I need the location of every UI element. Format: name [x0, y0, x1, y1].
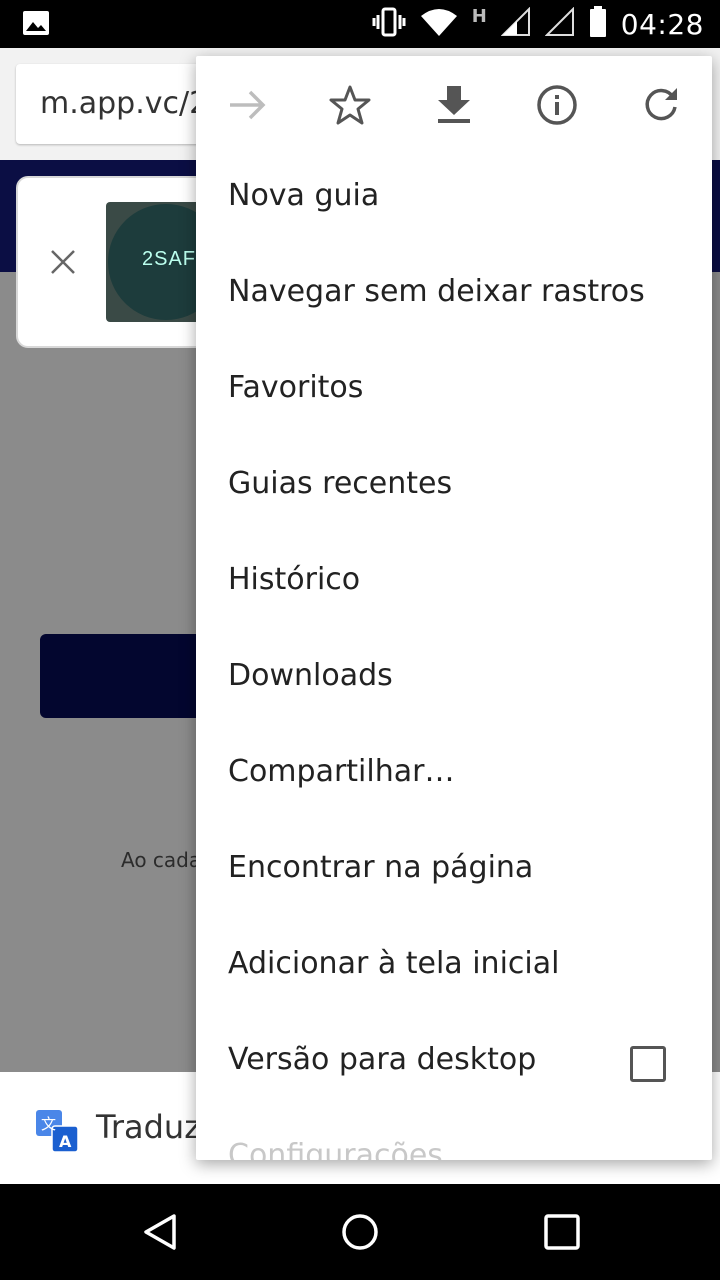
menu-item-label: Encontrar na página — [228, 850, 534, 885]
menu-item-label: Navegar sem deixar rastros — [228, 274, 645, 309]
menu-item-label: Adicionar à tela inicial — [228, 946, 560, 981]
home-icon[interactable] — [340, 1212, 380, 1252]
url-text: m.app.vc/2 — [40, 86, 209, 121]
refresh-icon[interactable] — [640, 84, 682, 126]
menu-item-incognito[interactable]: Navegar sem deixar rastros — [196, 248, 712, 344]
recents-icon[interactable] — [542, 1212, 582, 1252]
navigation-bar — [0, 1184, 720, 1280]
image-notification-icon — [22, 10, 50, 40]
menu-item-add-to-home[interactable]: Adicionar à tela inicial — [196, 920, 712, 1016]
close-icon[interactable] — [50, 244, 76, 284]
wifi-icon — [420, 7, 458, 41]
svg-text:文: 文 — [41, 1115, 56, 1133]
menu-item-settings[interactable]: Configurações — [196, 1112, 712, 1160]
menu-item-desktop-site[interactable]: Versão para desktop — [196, 1016, 712, 1112]
status-bar: H 04:28 — [0, 0, 720, 48]
battery-icon — [589, 6, 607, 42]
menu-item-recent-tabs[interactable]: Guias recentes — [196, 440, 712, 536]
menu-item-label: Histórico — [228, 562, 361, 597]
menu-item-label: Guias recentes — [228, 466, 453, 501]
menu-item-label: Versão para desktop — [228, 1042, 537, 1077]
star-icon[interactable] — [329, 84, 371, 126]
forward-icon[interactable] — [226, 84, 268, 126]
signal-icon-2 — [544, 6, 575, 41]
clock: 04:28 — [620, 7, 704, 41]
menu-item-label: Compartilhar… — [228, 754, 455, 789]
overflow-menu: Nova guia Navegar sem deixar rastros Fav… — [196, 56, 712, 1160]
translate-icon: 文 A — [36, 1110, 79, 1153]
translate-label: Traduzi — [96, 1108, 210, 1146]
page-small-text: Ao cada — [121, 848, 202, 872]
menu-item-label: Nova guia — [228, 178, 380, 213]
menu-item-label: Configurações — [228, 1138, 443, 1160]
menu-item-new-tab[interactable]: Nova guia — [196, 152, 712, 248]
info-icon[interactable] — [536, 84, 578, 126]
download-icon[interactable] — [433, 84, 475, 126]
back-icon[interactable] — [140, 1212, 180, 1252]
menu-item-share[interactable]: Compartilhar… — [196, 728, 712, 824]
svg-text:A: A — [59, 1132, 72, 1151]
menu-item-downloads[interactable]: Downloads — [196, 632, 712, 728]
menu-item-find-in-page[interactable]: Encontrar na página — [196, 824, 712, 920]
menu-item-label: Favoritos — [228, 370, 364, 405]
signal-icon — [500, 6, 531, 41]
status-icons: H 04:28 — [372, 0, 704, 48]
screen: H 04:28 m.app.vc/2 2SAFE Ao cada 文 A Tra… — [0, 0, 720, 1280]
menu-item-label: Downloads — [228, 658, 393, 693]
network-type: H — [471, 5, 487, 27]
vibrate-icon — [372, 7, 406, 41]
menu-icon-row — [196, 56, 712, 152]
desktop-site-checkbox[interactable] — [630, 1046, 666, 1082]
menu-item-bookmarks[interactable]: Favoritos — [196, 344, 712, 440]
menu-item-history[interactable]: Histórico — [196, 536, 712, 632]
